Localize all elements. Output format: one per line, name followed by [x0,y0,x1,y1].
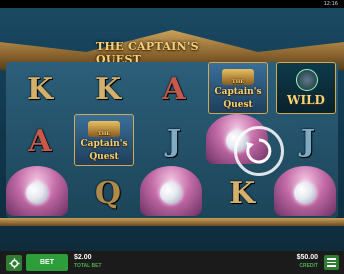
scatter-line3: Quest [89,152,119,162]
scatter-line2: Captain's [214,87,262,97]
wild-symbol: WILD [276,62,336,114]
spin-button[interactable] [234,126,284,176]
symbol-k: K [94,71,122,107]
pearl-shell-symbol [6,166,68,216]
symbol-cell: K [76,64,140,114]
scatter-line2: Captain's [80,139,128,149]
menu-button[interactable] [324,255,339,270]
captains-quest-scatter-symbol: THE Captain's Quest [208,62,268,114]
bet-button[interactable]: BET [26,254,68,271]
spin-arrow-icon [246,138,272,164]
symbol-a: A [162,71,186,107]
symbol-q: Q [94,175,122,211]
gear-icon [8,257,20,269]
scatter-line3: Quest [223,100,253,110]
total-bet-label: TOTAL BET [74,263,102,269]
symbol-k: K [228,175,256,211]
pearl-icon [294,182,316,204]
symbol-cell: J [276,116,340,166]
symbol-cell: Q [76,168,140,218]
symbol-a: A [28,123,52,159]
symbol-j: J [166,123,182,159]
credit-value: $50.00 [296,254,318,261]
pearl-icon [160,182,182,204]
total-bet-value: $2.00 [74,254,92,261]
status-time: 12:16 [323,1,338,7]
credit-label: CREDIT [299,263,318,269]
status-bar: 12:16 [0,0,344,8]
bottom-bar: BET $2.00 TOTAL BET $50.00 CREDIT [0,251,344,274]
symbol-cell: A [8,116,72,166]
symbol-cell: K [210,168,274,218]
reel-grid: K A K THE Captain's Quest Q A J THE Capt… [6,62,338,218]
settings-button[interactable] [6,255,22,271]
symbol-j: J [300,123,316,159]
symbol-cell: K [8,64,72,114]
hamburger-icon [327,258,336,260]
ship-frame-bottom [0,218,344,226]
scatter-line1: THE [231,79,245,85]
symbol-k: K [26,71,54,107]
pearl-shell-symbol [140,166,202,216]
captains-quest-scatter-symbol: THE Captain's Quest [74,114,134,166]
game-title-banner: THE CAPTAIN'S QUEST [96,40,248,66]
diving-helmet-icon [296,69,318,91]
wild-label: WILD [287,93,325,107]
pearl-shell-symbol [274,166,336,216]
symbol-cell: A [142,64,206,114]
pearl-icon [26,182,48,204]
scatter-line1: THE [97,131,111,137]
symbol-cell: J [142,116,206,166]
